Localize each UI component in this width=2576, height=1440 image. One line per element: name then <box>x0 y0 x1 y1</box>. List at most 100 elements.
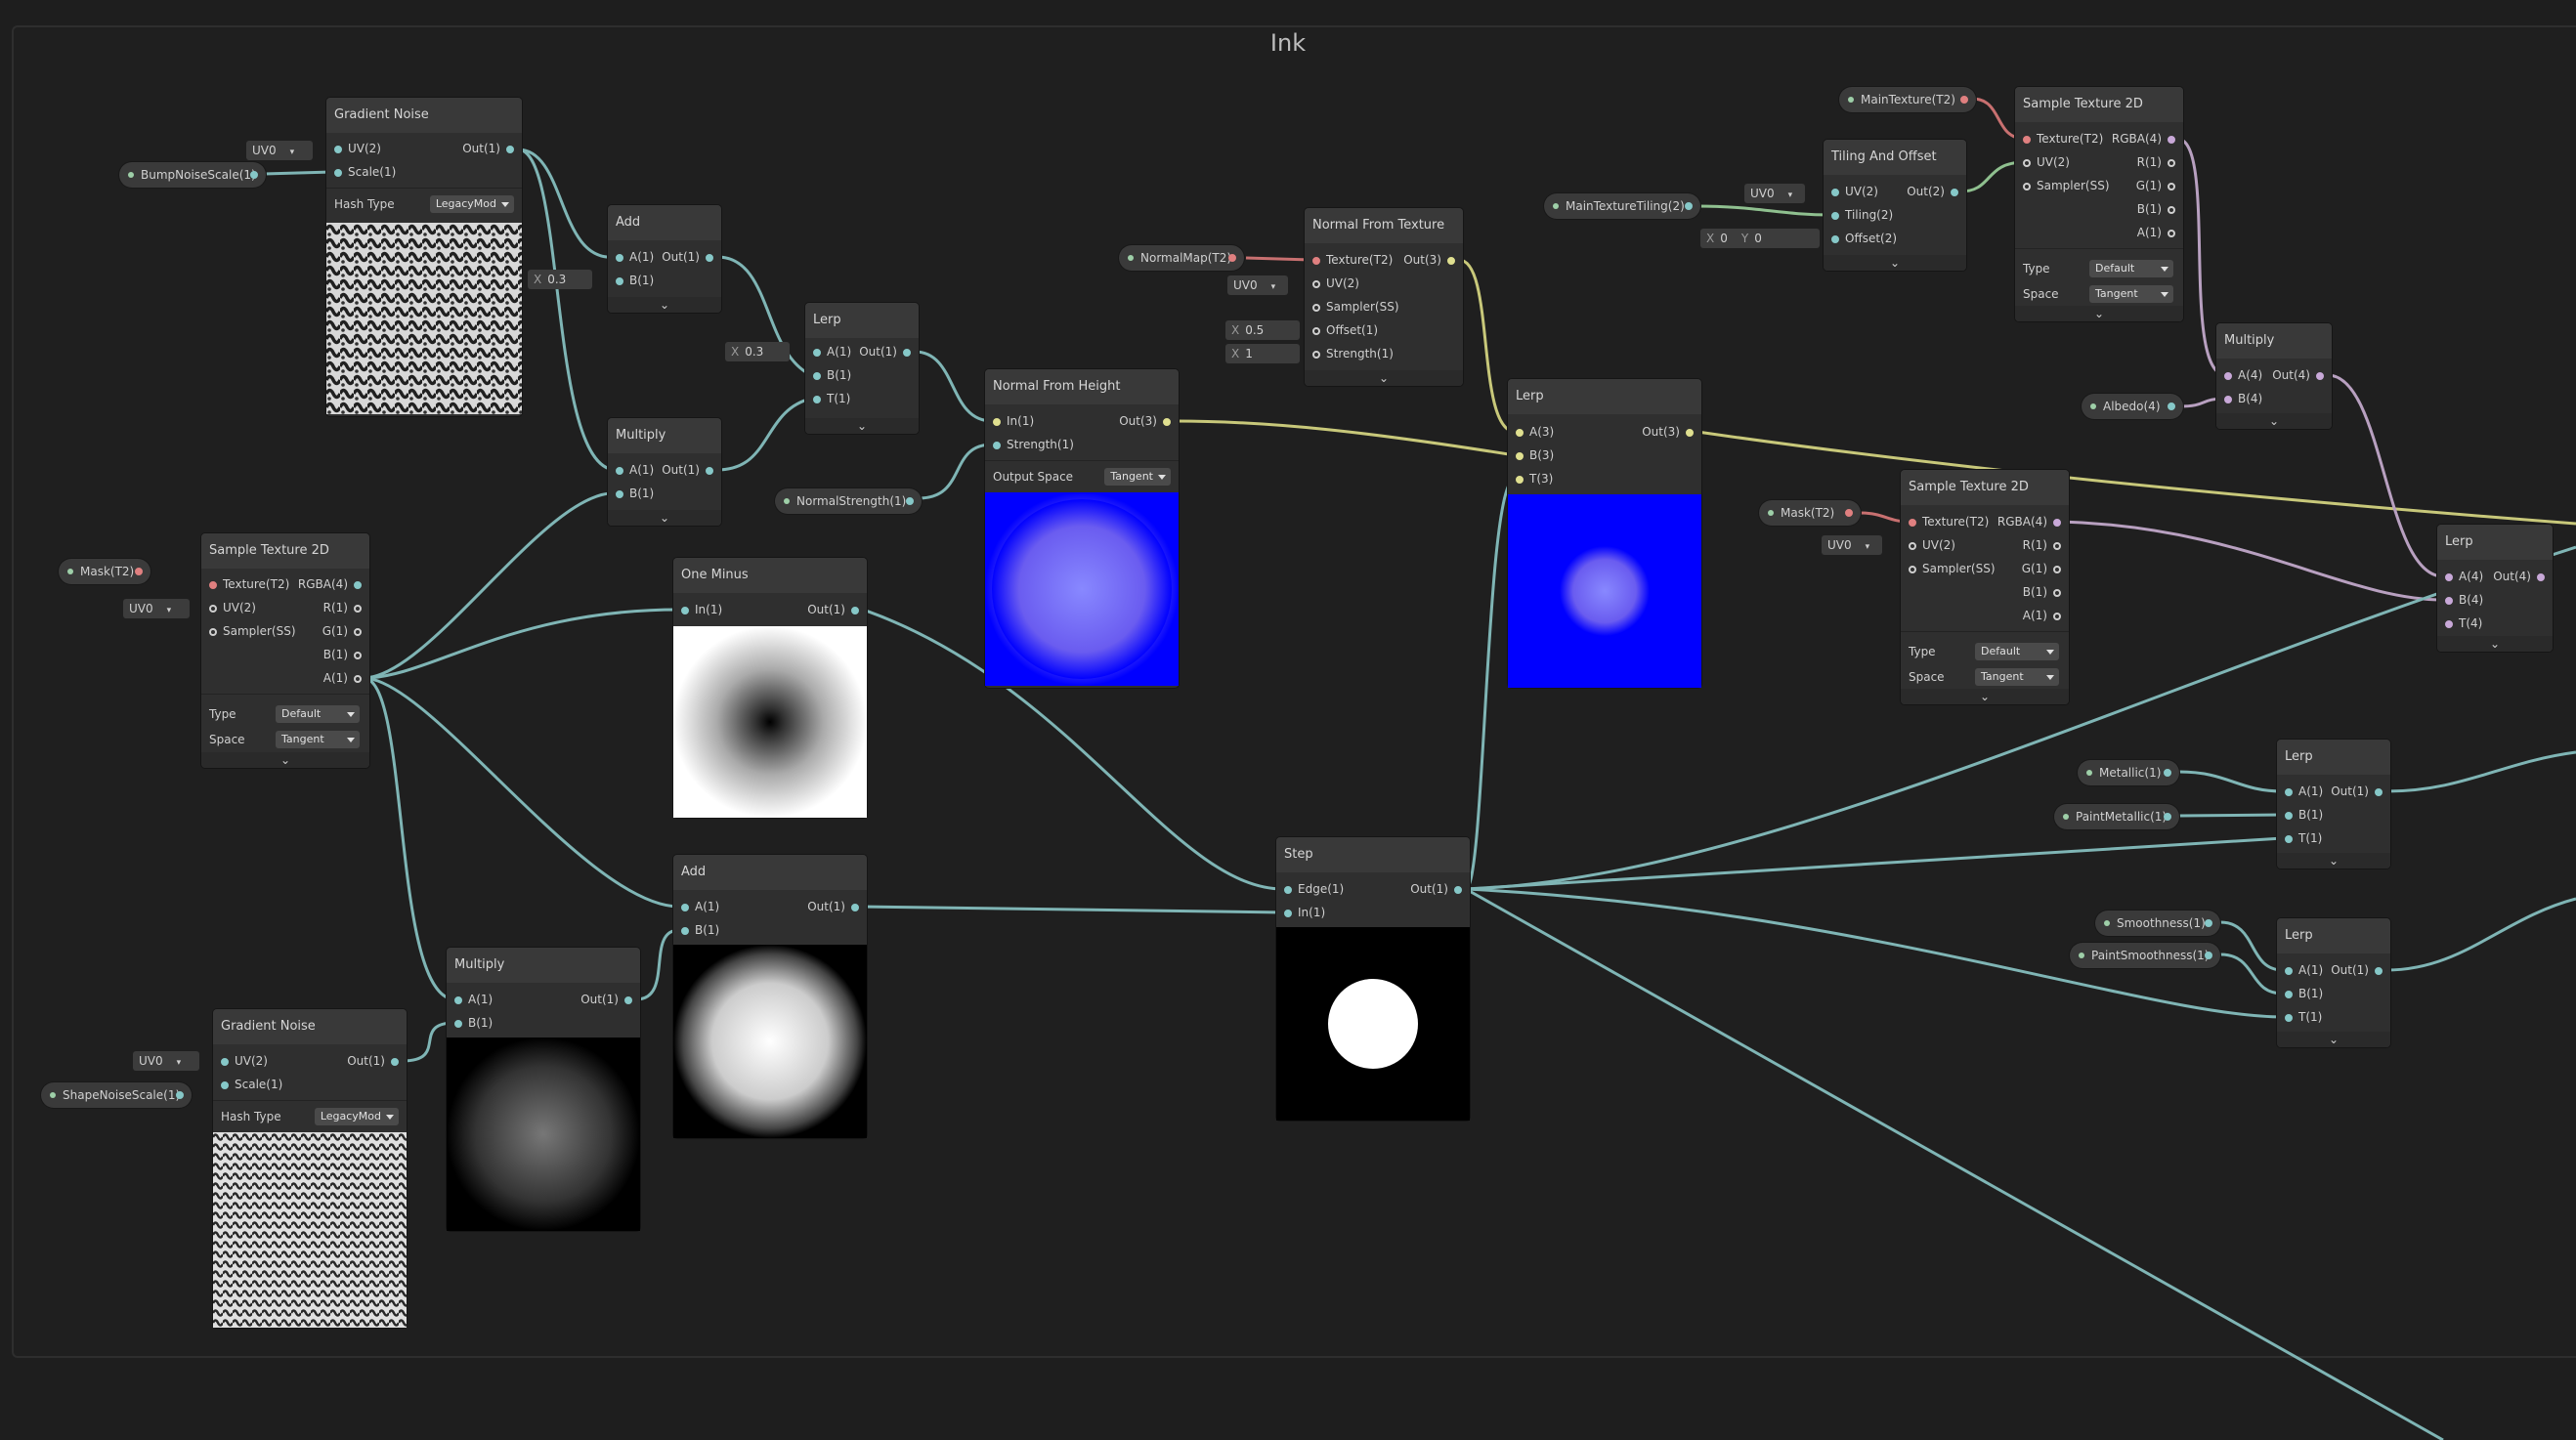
output-port-row[interactable]: A(1) <box>323 667 362 689</box>
output-port-icon[interactable] <box>1447 256 1455 265</box>
output-port-icon[interactable] <box>1228 254 1236 262</box>
output-port-icon[interactable] <box>2164 769 2171 777</box>
output-port-icon[interactable] <box>135 568 143 575</box>
input-port-row[interactable]: A(4) <box>2224 364 2262 386</box>
input-port-icon[interactable] <box>1909 541 1916 550</box>
input-port-row[interactable]: Strength(1) <box>1312 343 1394 364</box>
output-port-icon[interactable] <box>2168 229 2175 237</box>
output-port-icon[interactable] <box>1951 188 1958 196</box>
output-port-row[interactable]: G(1) <box>322 620 362 642</box>
inline-value-field[interactable]: X1 <box>1225 344 1300 363</box>
input-port-icon[interactable] <box>209 580 217 589</box>
property-paintmetallic[interactable]: PaintMetallic(1) <box>2054 804 2179 829</box>
input-port-icon[interactable] <box>1284 885 1292 894</box>
input-port-icon[interactable] <box>334 168 342 177</box>
input-port-icon[interactable] <box>2445 572 2453 581</box>
input-port-icon[interactable] <box>681 926 689 935</box>
type-dropdown[interactable]: Default <box>1975 643 2059 660</box>
input-port-icon[interactable] <box>1312 279 1320 288</box>
input-port-icon[interactable] <box>1312 303 1320 312</box>
uv-channel-dropdown[interactable]: UV0 <box>252 144 288 157</box>
node-title[interactable]: Lerp <box>2277 740 2390 775</box>
input-port-icon[interactable] <box>454 1019 462 1028</box>
output-port-row[interactable]: A(1) <box>2023 605 2061 626</box>
output-port-row[interactable]: Out(4) <box>2272 364 2324 386</box>
property-normalmap[interactable]: NormalMap(T2) <box>1119 245 1244 271</box>
output-port-row[interactable]: B(1) <box>2137 198 2175 220</box>
input-port-icon[interactable] <box>2224 371 2232 380</box>
type-dropdown[interactable]: Default <box>276 705 360 723</box>
node-lerp_smo[interactable]: Lerp A(1) B(1) T(1) Out(1) ⌄ <box>2277 918 2390 1047</box>
space-dropdown[interactable]: Tangent <box>2089 285 2173 303</box>
input-port-icon[interactable] <box>2285 834 2293 843</box>
input-port-row[interactable]: UV(2) <box>1831 181 1878 202</box>
node-title[interactable]: One Minus <box>673 558 867 593</box>
inline-value-field[interactable]: X 0.5 <box>1225 320 1300 340</box>
input-port-row[interactable]: Edge(1) <box>1284 878 1344 900</box>
node-add2[interactable]: Add A(1) B(1) Out(1) <box>673 855 867 1138</box>
collapse-chevron-icon[interactable]: ⌄ <box>2015 306 2183 321</box>
node-title[interactable]: Lerp <box>2277 918 2390 953</box>
wire-teal[interactable] <box>862 905 1284 914</box>
input-port-row[interactable]: Texture(T2) <box>209 573 289 595</box>
output-port-icon[interactable] <box>354 604 362 613</box>
input-port-icon[interactable] <box>1831 234 1839 243</box>
collapse-chevron-icon[interactable]: ⌄ <box>2437 636 2553 652</box>
property-mask_left[interactable]: Mask(T2) <box>59 559 150 584</box>
chevron-down-icon[interactable]: ▾ <box>1866 542 1870 552</box>
output-space-dropdown[interactable]: Tangent <box>1104 468 1171 486</box>
input-port-icon[interactable] <box>454 995 462 1004</box>
input-port-icon[interactable] <box>2445 596 2453 605</box>
node-title[interactable]: Add <box>673 855 867 890</box>
input-port-row[interactable]: B(1) <box>681 919 719 941</box>
input-port-row[interactable]: Scale(1) <box>221 1074 282 1095</box>
output-port-row[interactable]: Out(1) <box>662 459 713 481</box>
output-port-row[interactable]: B(1) <box>323 644 362 665</box>
output-port-icon[interactable] <box>2053 565 2061 573</box>
output-port-icon[interactable] <box>706 253 713 262</box>
input-port-row[interactable]: Strength(1) <box>993 434 1074 455</box>
chevron-down-icon[interactable]: ▾ <box>1788 191 1793 200</box>
input-port-row[interactable]: A(1) <box>616 459 654 481</box>
output-port-row[interactable]: Out(1) <box>580 989 632 1010</box>
input-port-icon[interactable] <box>2285 811 2293 820</box>
output-port-icon[interactable] <box>2053 541 2061 550</box>
uv-channel-dropdown[interactable]: UV0 <box>139 1054 175 1068</box>
output-port-row[interactable]: Out(1) <box>347 1050 399 1072</box>
wire-teal[interactable] <box>2219 920 2284 972</box>
wire-pink[interactable] <box>1245 256 1312 262</box>
input-port-row[interactable]: A(1) <box>681 896 719 917</box>
input-port-row[interactable]: UV(2) <box>334 138 381 159</box>
input-port-row[interactable]: UV(2) <box>2023 151 2070 173</box>
node-title[interactable]: Lerp <box>805 303 919 338</box>
hash-type-dropdown[interactable]: LegacyMod <box>429 195 514 213</box>
type-dropdown[interactable]: Default <box>2089 260 2173 277</box>
inline-value-field[interactable]: UV0 ▾ <box>133 1051 199 1071</box>
input-port-row[interactable]: Offset(1) <box>1312 319 1378 341</box>
input-port-row[interactable]: B(1) <box>454 1012 493 1034</box>
input-port-icon[interactable] <box>616 466 623 475</box>
input-port-icon[interactable] <box>2023 135 2031 144</box>
node-st_mid[interactable]: Sample Texture 2D Texture(T2) UV(2) Sampler… <box>1901 470 2069 704</box>
output-port-icon[interactable] <box>2168 205 2175 214</box>
input-port-icon[interactable] <box>681 903 689 911</box>
input-port-row[interactable]: UV(2) <box>221 1050 268 1072</box>
output-port-row[interactable]: RGBA(4) <box>1997 511 2061 532</box>
node-tao[interactable]: Tiling And Offset UV(2) Tiling(2) Offset(2)… <box>1824 140 1966 271</box>
node-title[interactable]: Tiling And Offset <box>1824 140 1966 175</box>
collapse-chevron-icon[interactable]: ⌄ <box>805 418 919 434</box>
inline-value-field[interactable]: X 0.3 <box>528 270 592 289</box>
output-port-row[interactable]: G(1) <box>2136 175 2175 196</box>
output-port-icon[interactable] <box>2375 966 2383 975</box>
output-port-row[interactable]: Out(1) <box>807 599 859 620</box>
input-port-row[interactable]: Offset(2) <box>1831 228 1897 249</box>
wire-teal[interactable] <box>2178 813 2284 818</box>
input-port-row[interactable]: Texture(T2) <box>2023 128 2103 149</box>
input-port-row[interactable]: A(1) <box>2285 781 2323 802</box>
output-port-icon[interactable] <box>1845 509 1853 517</box>
input-port-row[interactable]: A(1) <box>813 341 851 362</box>
output-port-row[interactable]: Out(1) <box>2331 959 2383 981</box>
collapse-chevron-icon[interactable]: ⌄ <box>1901 689 2069 704</box>
input-port-icon[interactable] <box>2285 966 2293 975</box>
uv-channel-dropdown[interactable]: UV0 <box>1827 538 1864 552</box>
